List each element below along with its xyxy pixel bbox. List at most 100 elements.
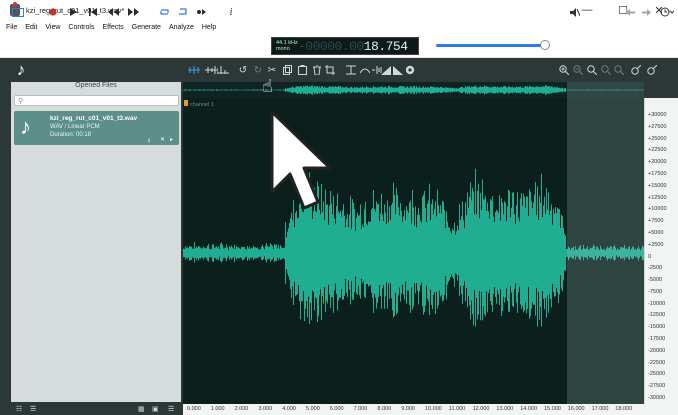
skip-to-start-button[interactable] bbox=[86, 3, 100, 21]
delete-button[interactable] bbox=[311, 62, 323, 78]
back-button[interactable] bbox=[624, 3, 636, 21]
effects-button[interactable] bbox=[404, 62, 416, 78]
menu-generate[interactable]: Generate bbox=[132, 24, 161, 31]
menu-file[interactable]: File bbox=[6, 24, 17, 31]
loop-selection-button[interactable] bbox=[175, 3, 189, 21]
fade-in-icon bbox=[381, 65, 391, 75]
counter-ghost-digits: -00000.00 bbox=[298, 38, 364, 54]
fade-in-button[interactable] bbox=[380, 62, 392, 78]
fade-out-button[interactable] bbox=[392, 62, 404, 78]
record-icon bbox=[49, 8, 57, 16]
time-tick-label: 2.000 bbox=[234, 406, 249, 412]
selection-tool-button[interactable] bbox=[187, 62, 201, 78]
trim-icon bbox=[346, 65, 356, 75]
amplitude-tick-label: +15000 bbox=[648, 182, 667, 189]
layout-icon[interactable]: ▦ bbox=[138, 405, 145, 413]
rewind-button[interactable] bbox=[106, 3, 120, 21]
pointer-cursor-icon bbox=[270, 110, 332, 210]
envelope-tool-button[interactable] bbox=[216, 62, 230, 78]
time-tick-label: 9.000 bbox=[401, 406, 415, 412]
volume-slider[interactable] bbox=[436, 44, 548, 47]
opened-file-item[interactable]: ♪ kzi_reg_rut_c01_v01_t3.wav WAV / Linea… bbox=[14, 111, 179, 145]
fast-forward-button[interactable] bbox=[126, 3, 140, 21]
copy-button[interactable] bbox=[281, 62, 293, 78]
time-tick-label: 18.000 bbox=[615, 406, 633, 412]
record-button[interactable] bbox=[46, 3, 60, 21]
menu-analyze[interactable]: Analyze bbox=[169, 24, 194, 31]
menu-effects[interactable]: Effects bbox=[102, 24, 123, 31]
image-icon[interactable]: ▣ bbox=[152, 405, 159, 413]
time-tick-label: 7.000 bbox=[353, 406, 368, 412]
amplitude-tick-label: -17500 bbox=[648, 336, 666, 343]
amplitude-tick-label: +10000 bbox=[648, 206, 667, 213]
normalize-button[interactable] bbox=[359, 62, 371, 78]
crop-button[interactable] bbox=[324, 62, 336, 78]
time-tick-label: 11.000 bbox=[448, 406, 466, 412]
vertical-zoom-out-button[interactable] bbox=[646, 62, 658, 78]
volume-slider-thumb[interactable] bbox=[540, 40, 550, 50]
fast-forward-icon bbox=[127, 8, 139, 16]
amplitude-tick-label: 0 bbox=[648, 253, 652, 260]
zoom-fit-button[interactable] bbox=[600, 62, 612, 78]
play-icon bbox=[69, 8, 77, 16]
loop-button[interactable] bbox=[157, 3, 171, 21]
amplitude-tick-label: +30000 bbox=[648, 112, 667, 118]
selection-region[interactable] bbox=[567, 82, 644, 404]
skip-start-icon bbox=[89, 8, 97, 16]
opened-files-heading: Opened Files bbox=[75, 82, 117, 89]
status-bar: ☷ ☰ ▦ ▣ ☰ bbox=[0, 404, 183, 415]
zoom-in-button[interactable] bbox=[558, 62, 570, 78]
vertical-zoom-in-icon bbox=[631, 65, 641, 75]
time-tick-label: 8.000 bbox=[377, 406, 392, 412]
forward-button[interactable] bbox=[640, 3, 652, 21]
follow-playhead-button[interactable] bbox=[194, 3, 208, 21]
paste-button[interactable] bbox=[296, 62, 308, 78]
zoom-reset-button[interactable] bbox=[613, 62, 625, 78]
counter-time: 18.754 bbox=[363, 38, 408, 54]
mute-button[interactable] bbox=[568, 3, 582, 21]
zoom-reset-icon bbox=[614, 65, 624, 75]
vertical-zoom-in-button[interactable] bbox=[630, 62, 642, 78]
track-marker[interactable] bbox=[184, 100, 188, 106]
menu-bar: File Edit View Controls Effects Generate… bbox=[0, 20, 678, 34]
history-button[interactable] bbox=[658, 3, 676, 21]
panel-icon bbox=[12, 7, 24, 17]
play-button[interactable] bbox=[66, 3, 80, 21]
save-file-icon[interactable]: ⭳ bbox=[148, 136, 150, 146]
fade-out-icon bbox=[393, 65, 403, 75]
zoom-selection-button[interactable] bbox=[586, 62, 598, 78]
menu-edit[interactable]: Edit bbox=[25, 24, 37, 31]
play-file-icon[interactable]: ▸ bbox=[170, 136, 173, 143]
history-icon bbox=[660, 7, 674, 17]
amplitude-tick-label: +2500 bbox=[648, 241, 664, 248]
close-file-icon[interactable]: ✕ bbox=[160, 136, 165, 143]
amplitude-tick-label: -25000 bbox=[648, 371, 666, 378]
copy-icon bbox=[282, 65, 292, 75]
trim-button[interactable] bbox=[345, 62, 357, 78]
time-tick-label: 4.000 bbox=[282, 406, 296, 412]
toggle-panel-button[interactable] bbox=[10, 3, 26, 21]
zoom-selection-icon bbox=[587, 65, 597, 75]
time-tick-label: 17.000 bbox=[591, 406, 609, 412]
list-view-icon[interactable]: ☰ bbox=[168, 405, 174, 413]
menu-view[interactable]: View bbox=[45, 24, 60, 31]
info-button[interactable]: i bbox=[225, 3, 237, 21]
paste-icon bbox=[297, 65, 307, 75]
zoom-out-button[interactable] bbox=[572, 62, 584, 78]
menu-controls[interactable]: Controls bbox=[68, 24, 94, 31]
amplitude-tick-label: -10000 bbox=[648, 300, 666, 307]
selection-tool-icon bbox=[188, 66, 200, 74]
menu-help[interactable]: Help bbox=[202, 24, 216, 31]
amplitude-tick-label: +17500 bbox=[648, 170, 667, 177]
file-search-input[interactable]: ⚲ bbox=[14, 95, 179, 106]
grid-icon[interactable]: ☷ bbox=[16, 405, 22, 413]
time-tick-label: 16.000 bbox=[567, 406, 585, 412]
undo-button[interactable]: ↺ bbox=[237, 62, 249, 78]
zoom-in-icon bbox=[559, 65, 569, 75]
arrow-right-icon bbox=[641, 8, 651, 16]
loop-selection-icon bbox=[178, 8, 187, 15]
time-tick-label: 13.000 bbox=[496, 406, 514, 412]
amplitude-tick-label: +22500 bbox=[648, 147, 667, 154]
amplitude-tick-label: -30000 bbox=[648, 395, 666, 401]
list-icon[interactable]: ☰ bbox=[30, 405, 36, 413]
